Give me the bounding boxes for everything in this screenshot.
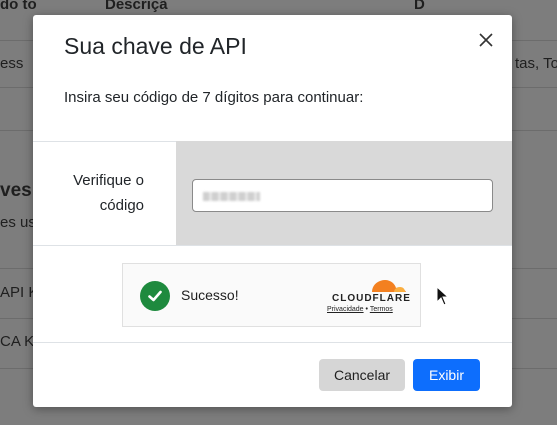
modal-title: Sua chave de API <box>64 33 247 59</box>
link-separator: • <box>365 306 368 313</box>
captcha-status: Sucesso! <box>181 287 239 303</box>
bg-section-subtitle: es us <box>0 214 36 231</box>
verify-label-line2: código <box>99 197 144 214</box>
divider <box>33 245 512 246</box>
terms-link[interactable]: Termos <box>370 306 393 313</box>
verify-field-area <box>176 141 512 245</box>
verify-label-line1: Verifique o <box>73 172 144 189</box>
bg-section-heading: ves <box>0 180 32 201</box>
captcha-links: Privacidade • Termos <box>327 306 393 313</box>
show-button[interactable]: Exibir <box>413 359 480 391</box>
bg-row1-right: tas, To <box>515 55 557 72</box>
success-check-icon <box>140 281 170 311</box>
masked-code <box>203 192 260 201</box>
close-icon <box>479 33 493 47</box>
bg-header-col2: Descriçã <box>105 0 168 13</box>
cloudflare-cloud-icon <box>372 280 406 292</box>
bg-header-col1: do to <box>0 0 37 13</box>
cancel-button[interactable]: Cancelar <box>319 359 405 391</box>
mouse-cursor-icon <box>436 286 450 306</box>
code-input[interactable] <box>192 179 493 212</box>
instruction-text: Insira seu código de 7 dígitos para cont… <box>64 89 364 106</box>
bg-row-b: CA K <box>0 333 35 350</box>
verify-code-label: Verifique o código <box>33 141 176 245</box>
verify-code-row: Verifique o código <box>33 141 512 245</box>
bg-header-col3: D <box>414 0 425 13</box>
close-button[interactable] <box>475 29 497 51</box>
cloudflare-turnstile-widget[interactable]: Sucesso! CLOUDFLARE Privacidade • Termos <box>122 263 421 327</box>
cloudflare-logo-text: CLOUDFLARE <box>332 293 411 304</box>
bg-row1-left: ess <box>0 55 24 72</box>
api-key-modal: Sua chave de API Insira seu código de 7 … <box>33 15 512 407</box>
divider <box>33 342 512 343</box>
privacy-link[interactable]: Privacidade <box>327 306 364 313</box>
